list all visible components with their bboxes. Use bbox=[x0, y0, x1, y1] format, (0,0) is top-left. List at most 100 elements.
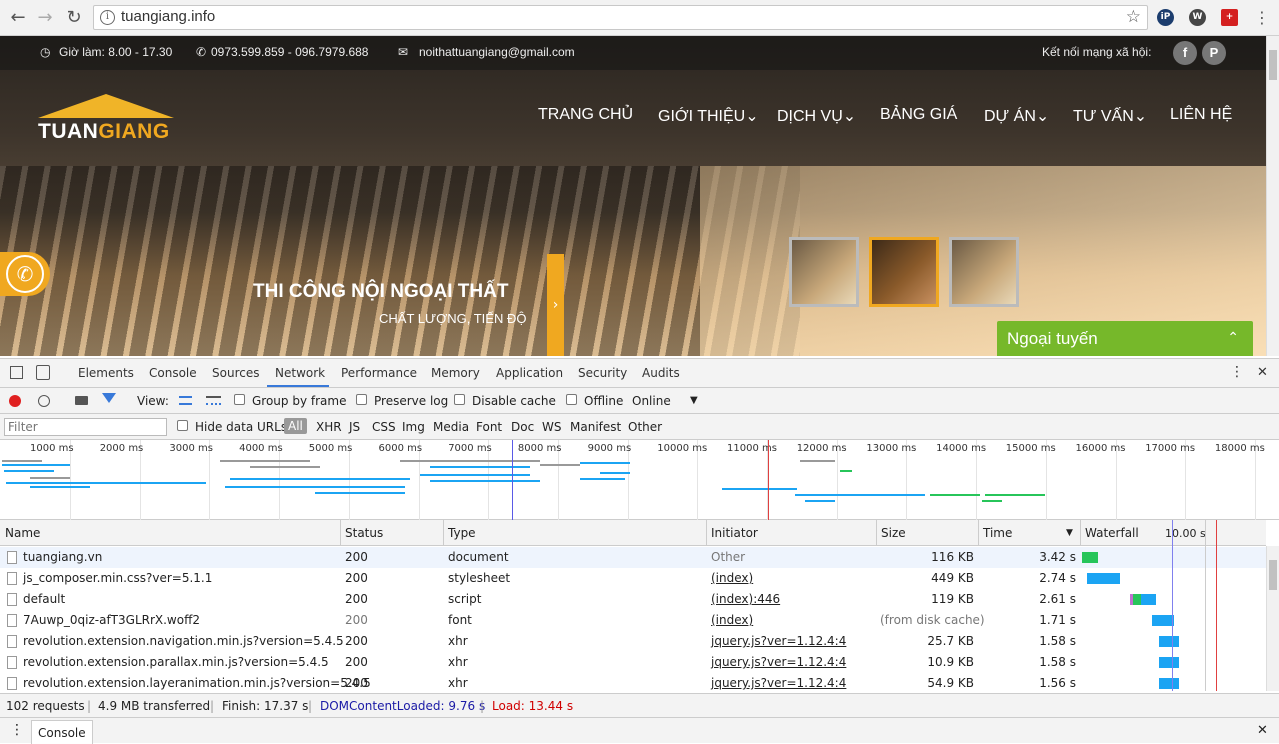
drawer-close-icon[interactable]: ✕ bbox=[1257, 723, 1268, 738]
request-initiator[interactable]: jquery.js?ver=1.12.4:4 bbox=[711, 676, 846, 690]
devtools-menu-icon[interactable]: ⋮ bbox=[1230, 364, 1244, 380]
nav-contact[interactable]: LIÊN HỆ bbox=[1170, 106, 1232, 124]
tab-audits[interactable]: Audits bbox=[642, 366, 680, 380]
column-type[interactable]: Type bbox=[448, 526, 476, 540]
nav-home[interactable]: TRANG CHỦ bbox=[538, 106, 633, 124]
request-initiator[interactable]: (index) bbox=[711, 613, 753, 627]
tab-sources[interactable]: Sources bbox=[212, 366, 259, 380]
filter-funnel-icon[interactable] bbox=[102, 393, 116, 403]
column-time[interactable]: Time bbox=[983, 526, 1012, 540]
site-logo[interactable]: TUANGIANG bbox=[38, 94, 174, 144]
devtools-close-icon[interactable]: ✕ bbox=[1257, 365, 1268, 380]
request-initiator[interactable]: (index) bbox=[711, 571, 753, 585]
hide-data-urls-checkbox[interactable] bbox=[177, 420, 188, 431]
nav-about[interactable]: GIỚI THIỆU⌄ bbox=[658, 106, 759, 126]
device-toolbar-icon[interactable] bbox=[36, 365, 50, 380]
filter-type-media[interactable]: Media bbox=[433, 420, 469, 434]
forward-icon[interactable]: → bbox=[34, 7, 56, 29]
tab-security[interactable]: Security bbox=[578, 366, 627, 380]
table-row[interactable]: revolution.extension.layeranimation.min.… bbox=[0, 673, 1266, 694]
large-rows-icon[interactable] bbox=[179, 396, 192, 405]
filter-type-manifest[interactable]: Manifest bbox=[570, 420, 621, 434]
tab-console[interactable]: Console bbox=[149, 366, 197, 380]
disable-cache-label[interactable]: Disable cache bbox=[472, 394, 556, 408]
filter-type-css[interactable]: CSS bbox=[372, 420, 396, 434]
email-link[interactable]: noithattuangiang@gmail.com bbox=[419, 45, 575, 59]
page-scrollbar[interactable] bbox=[1266, 36, 1279, 356]
red-extension-icon[interactable]: + bbox=[1221, 9, 1238, 26]
tab-application[interactable]: Application bbox=[496, 366, 563, 380]
table-row[interactable]: revolution.extension.parallax.min.js?ver… bbox=[0, 652, 1266, 673]
preserve-log-checkbox[interactable] bbox=[356, 394, 367, 405]
offline-label[interactable]: Offline bbox=[584, 394, 623, 408]
column-status[interactable]: Status bbox=[345, 526, 383, 540]
disable-cache-checkbox[interactable] bbox=[454, 394, 465, 405]
table-scrollbar[interactable] bbox=[1266, 546, 1279, 691]
tab-memory[interactable]: Memory bbox=[431, 366, 480, 380]
bookmark-star-icon[interactable]: ☆ bbox=[1126, 7, 1141, 27]
back-icon[interactable]: ← bbox=[7, 7, 29, 29]
browser-menu-icon[interactable]: ⋮ bbox=[1251, 7, 1273, 29]
record-icon[interactable] bbox=[9, 395, 21, 407]
nav-consulting[interactable]: TƯ VẤN⌄ bbox=[1073, 106, 1147, 126]
column-size[interactable]: Size bbox=[881, 526, 906, 540]
filter-type-other[interactable]: Other bbox=[628, 420, 662, 434]
request-initiator[interactable]: (index):446 bbox=[711, 592, 780, 606]
chat-widget[interactable]: Ngoại tuyến ⌃ bbox=[997, 321, 1253, 356]
filter-input[interactable] bbox=[4, 418, 167, 436]
tab-elements[interactable]: Elements bbox=[78, 366, 134, 380]
group-by-frame-label[interactable]: Group by frame bbox=[252, 394, 346, 408]
request-initiator[interactable]: jquery.js?ver=1.12.4:4 bbox=[711, 655, 846, 669]
table-row[interactable]: tuangiang.vn 200 document Other 116 KB 3.42 s bbox=[0, 547, 1266, 568]
filter-type-js[interactable]: JS bbox=[349, 420, 360, 434]
phone-numbers[interactable]: 0973.599.859 - 096.7979.688 bbox=[211, 45, 368, 59]
call-button[interactable]: ✆ bbox=[0, 252, 50, 296]
table-row[interactable]: js_composer.min.css?ver=5.1.1 200 styleshe… bbox=[0, 568, 1266, 589]
filter-type-doc[interactable]: Doc bbox=[511, 420, 534, 434]
wordpress-extension-icon[interactable]: W bbox=[1189, 9, 1206, 26]
inspect-element-icon[interactable] bbox=[10, 366, 23, 379]
overview-icon[interactable] bbox=[206, 396, 221, 405]
column-initiator[interactable]: Initiator bbox=[711, 526, 758, 540]
network-overview-timeline[interactable]: 1000 ms 2000 ms 3000 ms 4000 ms 5000 ms 6000 … bbox=[0, 440, 1279, 520]
reload-icon[interactable]: ↻ bbox=[63, 7, 85, 29]
nav-projects[interactable]: DỰ ÁN⌄ bbox=[984, 106, 1049, 126]
slide-thumbnail-active[interactable] bbox=[869, 237, 939, 307]
screenshot-camera-icon[interactable] bbox=[75, 396, 88, 405]
filter-type-all[interactable]: All bbox=[284, 418, 307, 434]
url-text[interactable]: tuangiang.info bbox=[121, 8, 215, 25]
filter-type-ws[interactable]: WS bbox=[542, 420, 561, 434]
sort-descending-icon[interactable]: ▼ bbox=[1066, 528, 1073, 538]
column-waterfall[interactable]: Waterfall bbox=[1085, 526, 1139, 540]
table-row[interactable]: 7Auwp_0qiz-afT3GLRrX.woff2 200 font (index)… bbox=[0, 610, 1266, 631]
pinterest-icon[interactable]: P bbox=[1202, 41, 1226, 65]
table-row[interactable]: default 200 script (index):446 119 KB 2.61 s bbox=[0, 589, 1266, 610]
facebook-icon[interactable]: f bbox=[1173, 41, 1197, 65]
hide-data-urls-label[interactable]: Hide data URLs bbox=[195, 420, 287, 434]
tab-network[interactable]: Network bbox=[275, 366, 325, 380]
slide-thumbnail[interactable] bbox=[789, 237, 859, 307]
clear-icon[interactable] bbox=[38, 395, 50, 407]
info-icon[interactable]: i bbox=[100, 10, 115, 25]
drawer-menu-icon[interactable]: ⋮ bbox=[10, 722, 24, 738]
group-by-frame-checkbox[interactable] bbox=[234, 394, 245, 405]
offline-checkbox[interactable] bbox=[566, 394, 577, 405]
chevron-up-icon[interactable]: ⌃ bbox=[1227, 329, 1239, 346]
request-initiator[interactable]: jquery.js?ver=1.12.4:4 bbox=[711, 634, 846, 648]
slide-thumbnail[interactable] bbox=[949, 237, 1019, 307]
slide-next-arrow[interactable]: › bbox=[547, 254, 564, 356]
ip-extension-icon[interactable]: iP bbox=[1157, 9, 1174, 26]
filter-type-font[interactable]: Font bbox=[476, 420, 502, 434]
tab-performance[interactable]: Performance bbox=[341, 366, 417, 380]
drawer-tab-console[interactable]: Console bbox=[31, 720, 93, 744]
chevron-down-icon[interactable]: ▼ bbox=[690, 395, 698, 406]
throttling-select[interactable]: Online bbox=[632, 394, 671, 408]
nav-pricing[interactable]: BẢNG GIÁ bbox=[880, 106, 957, 124]
nav-services[interactable]: DỊCH VỤ⌄ bbox=[777, 106, 856, 126]
filter-type-xhr[interactable]: XHR bbox=[316, 420, 342, 434]
address-bar[interactable]: i tuangiang.info ☆ bbox=[93, 5, 1148, 30]
request-initiator[interactable]: Other bbox=[711, 550, 745, 564]
table-row[interactable]: revolution.extension.navigation.min.js?v… bbox=[0, 631, 1266, 652]
preserve-log-label[interactable]: Preserve log bbox=[374, 394, 448, 408]
column-name[interactable]: Name bbox=[5, 526, 40, 540]
